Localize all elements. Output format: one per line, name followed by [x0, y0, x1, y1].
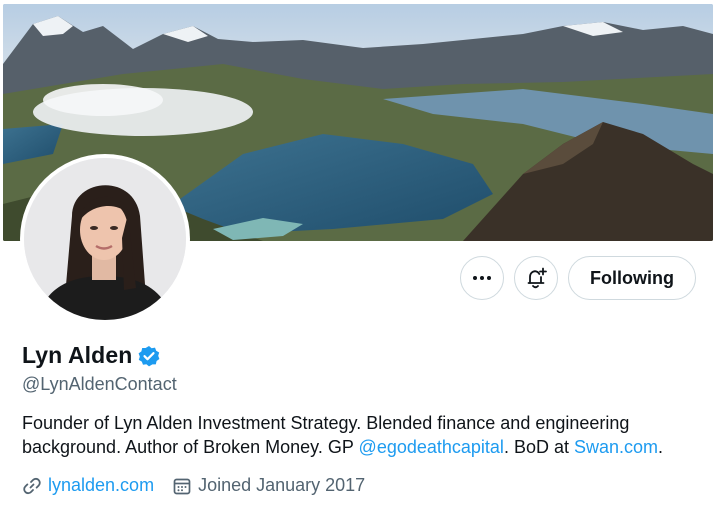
notifications-button[interactable] [514, 256, 559, 300]
calendar-icon [173, 478, 191, 494]
mention-link[interactable]: @egodeathcapital [359, 437, 504, 457]
avatar-frame[interactable] [20, 154, 190, 324]
more-horizontal-icon [473, 276, 492, 280]
bio-text-2: . BoD at [503, 437, 574, 457]
display-name: Lyn Alden [22, 342, 133, 368]
name-row: Lyn Alden [22, 342, 160, 369]
website-item: lynalden.com [22, 475, 154, 496]
bio-text-3: . [658, 437, 664, 457]
website-link[interactable]: lynalden.com [48, 475, 154, 496]
more-button[interactable] [460, 256, 505, 300]
following-button[interactable]: Following [568, 256, 696, 300]
joined-item: Joined January 2017 [172, 475, 365, 496]
user-handle: @LynAldenContact [22, 374, 177, 394]
swan-link[interactable]: Swan.com [574, 437, 658, 457]
avatar[interactable] [24, 158, 186, 320]
verified-badge-icon[interactable] [138, 345, 160, 367]
profile-bio: Founder of Lyn Alden Investment Strategy… [22, 411, 702, 459]
link-icon [23, 477, 41, 494]
profile-actions: Following [460, 256, 696, 300]
following-label: Following [590, 267, 674, 288]
joined-date: Joined January 2017 [198, 475, 366, 495]
profile-meta: lynalden.com Joined January 2017 [22, 475, 383, 496]
bell-plus-icon [527, 267, 547, 289]
avatar-image [24, 158, 186, 320]
